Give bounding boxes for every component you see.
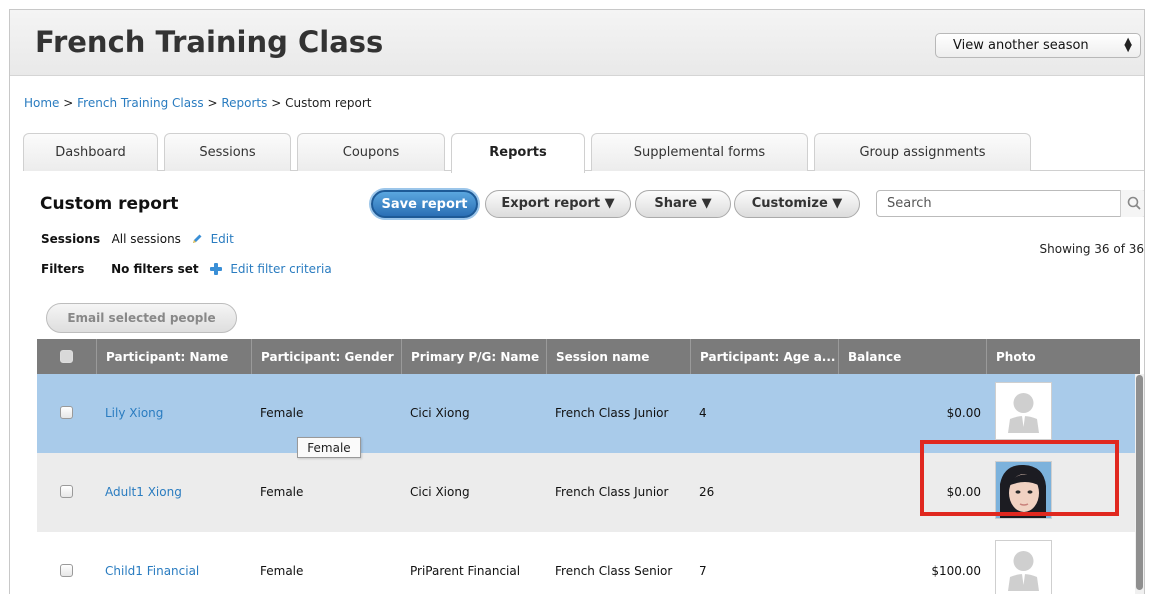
- share-button[interactable]: Share ▼: [635, 190, 731, 218]
- customize-button[interactable]: Customize ▼: [734, 190, 860, 218]
- search-input[interactable]: Search: [876, 190, 1144, 217]
- balance: $100.00: [931, 564, 981, 578]
- primary-pg-name: Cici Xiong: [410, 406, 470, 420]
- report-title: Custom report: [40, 194, 179, 214]
- primary-pg-name: Cici Xiong: [410, 485, 470, 499]
- sessions-edit-link[interactable]: Edit: [211, 232, 234, 246]
- breadcrumb-class[interactable]: French Training Class: [77, 96, 203, 110]
- sessions-label: Sessions: [41, 232, 101, 246]
- search-placeholder: Search: [887, 196, 932, 211]
- breadcrumb-separator: >: [271, 96, 282, 110]
- showing-count: Showing 36 of 36: [1039, 242, 1144, 256]
- filters-value: No filters set: [111, 262, 199, 276]
- participant-name-link[interactable]: Adult1 Xiong: [97, 453, 182, 532]
- table-header: Participant: Name Participant: Gender Pr…: [37, 339, 1140, 374]
- column-header[interactable]: Primary P/G: Name: [402, 339, 547, 374]
- tab-supplemental-forms[interactable]: Supplemental forms: [591, 133, 808, 171]
- header-select: [37, 339, 97, 374]
- page-title: French Training Class: [35, 25, 384, 59]
- column-header[interactable]: Balance: [839, 339, 987, 374]
- season-select[interactable]: View another season ▲ ▼: [935, 33, 1141, 58]
- participant-name-link[interactable]: Lily Xiong: [97, 374, 163, 453]
- column-header[interactable]: Participant: Name: [97, 339, 252, 374]
- row-checkbox[interactable]: [60, 485, 73, 498]
- filters-row: Filters No filters set Edit filter crite…: [41, 262, 332, 276]
- breadcrumb: Home > French Training Class > Reports >…: [24, 96, 372, 110]
- tab-reports[interactable]: Reports: [451, 133, 585, 173]
- table-scrollbar-thumb[interactable]: [1136, 375, 1143, 590]
- tab-group-assignments[interactable]: Group assignments: [814, 133, 1031, 171]
- tab-sessions[interactable]: Sessions: [164, 133, 291, 171]
- participant-gender: Female: [260, 406, 304, 420]
- primary-pg-name: PriParent Financial: [410, 564, 521, 578]
- annotation-highlight-box: [920, 440, 1119, 516]
- row-checkbox[interactable]: [60, 564, 73, 577]
- table-row[interactable]: Child1 Financial Female PriParent Financ…: [37, 532, 1140, 594]
- breadcrumb-current: Custom report: [285, 96, 372, 110]
- filters-label: Filters: [41, 262, 85, 276]
- breadcrumb-separator: >: [207, 96, 218, 110]
- page-header: French Training Class View another seaso…: [10, 10, 1144, 76]
- save-report-button[interactable]: Save report: [371, 190, 478, 218]
- column-header[interactable]: Session name: [547, 339, 691, 374]
- app-frame: French Training Class View another seaso…: [9, 9, 1145, 594]
- search-icon[interactable]: [1120, 190, 1144, 217]
- participant-gender: Female: [260, 564, 304, 578]
- sessions-value: All sessions: [111, 232, 181, 246]
- session-name: French Class Senior: [555, 564, 673, 578]
- breadcrumb-home[interactable]: Home: [24, 96, 59, 110]
- breadcrumb-separator: >: [63, 96, 74, 110]
- select-all-checkbox[interactable]: [60, 350, 73, 363]
- tab-coupons[interactable]: Coupons: [297, 133, 445, 171]
- export-report-button[interactable]: Export report ▼: [485, 190, 631, 218]
- avatar-placeholder-icon: [995, 382, 1052, 440]
- season-select-value: View another season: [953, 38, 1089, 53]
- avatar-placeholder-icon: [995, 540, 1052, 594]
- participant-name-link[interactable]: Child1 Financial: [97, 532, 199, 594]
- select-arrows-icon: ▲ ▼: [1124, 36, 1132, 54]
- gender-tooltip: Female: [297, 437, 361, 458]
- row-checkbox[interactable]: [60, 406, 73, 419]
- participant-age: 4: [699, 406, 707, 420]
- plus-icon[interactable]: [209, 262, 223, 276]
- breadcrumb-reports[interactable]: Reports: [221, 96, 267, 110]
- pencil-icon[interactable]: [191, 233, 203, 245]
- column-header[interactable]: Participant: Gender: [252, 339, 402, 374]
- tab-dashboard[interactable]: Dashboard: [23, 133, 158, 171]
- participant-age: 26: [699, 485, 715, 499]
- email-selected-button[interactable]: Email selected people: [46, 303, 237, 333]
- session-name: French Class Junior: [555, 485, 669, 499]
- column-header[interactable]: Photo: [987, 339, 1140, 374]
- sessions-row: Sessions All sessions Edit: [41, 232, 234, 246]
- session-name: French Class Junior: [555, 406, 669, 420]
- participant-gender: Female: [260, 485, 304, 499]
- participant-age: 7: [699, 564, 707, 578]
- column-header[interactable]: Participant: Age a...: [691, 339, 839, 374]
- edit-filter-link[interactable]: Edit filter criteria: [230, 262, 331, 276]
